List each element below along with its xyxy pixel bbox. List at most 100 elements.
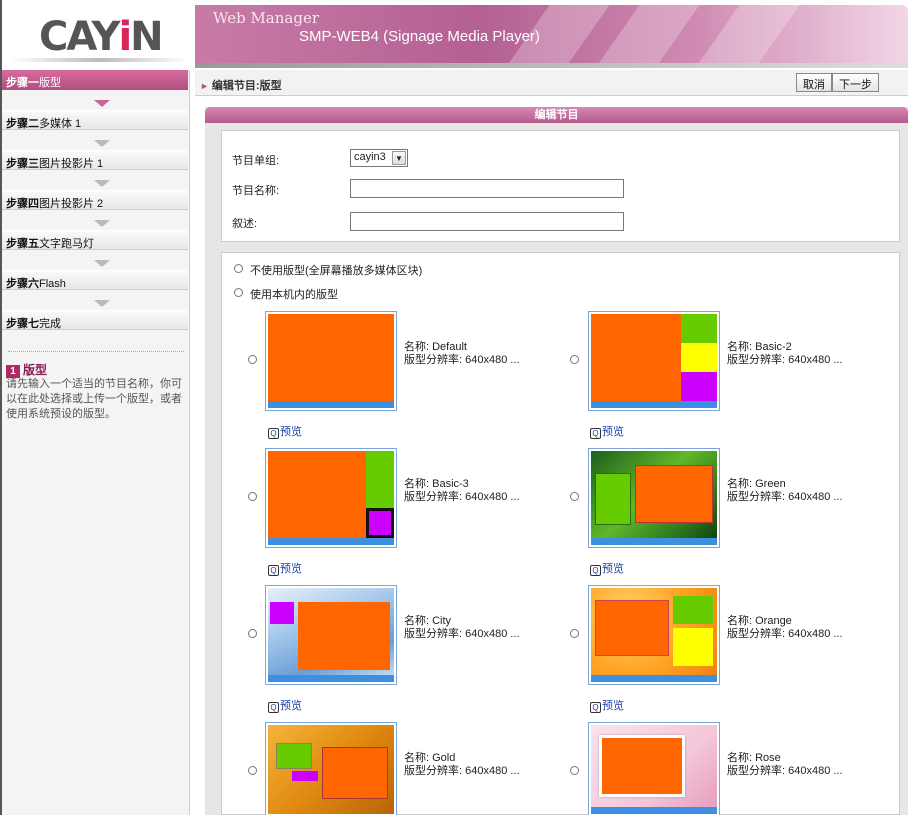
toolbar: ► 编辑节目:版型 取消 下一步 bbox=[195, 70, 908, 96]
zone-main bbox=[298, 602, 390, 670]
name-label: 节目名称: bbox=[232, 185, 280, 197]
zone-main bbox=[268, 314, 394, 401]
zone-footer bbox=[591, 675, 717, 682]
preview-label: 预览 bbox=[602, 563, 624, 575]
chevron-down-icon[interactable]: ▼ bbox=[392, 151, 406, 165]
step-arrow-icon bbox=[94, 220, 110, 227]
zone-main bbox=[322, 747, 388, 799]
sidebar-divider bbox=[8, 351, 184, 352]
breadcrumb-arrow-icon: ► bbox=[200, 81, 209, 91]
zone-side bbox=[595, 473, 631, 525]
layout-radio-gold[interactable] bbox=[248, 766, 257, 775]
step-bold: 步骤六 bbox=[6, 278, 39, 290]
layout-radio-basic-2[interactable] bbox=[570, 355, 579, 364]
layout-name: 名称: Rose bbox=[727, 752, 781, 764]
layout-thumb-gold[interactable] bbox=[265, 722, 397, 815]
sidebar-step-1[interactable]: 步骤一版型 bbox=[2, 70, 188, 90]
layout-thumb-basic-3[interactable] bbox=[265, 448, 397, 548]
zone-side-1 bbox=[276, 743, 312, 769]
main-panel: 编辑节目 节目单组: cayin3 ▼ 节目名称: 叙述: 不使用版型(全屏幕播… bbox=[205, 107, 908, 815]
step-bold: 步骤二 bbox=[6, 118, 39, 130]
group-select[interactable]: cayin3 ▼ bbox=[350, 149, 408, 167]
sidebar-step-2[interactable]: 步骤二多媒体 1 bbox=[2, 110, 188, 130]
panel-title: 编辑节目 bbox=[205, 107, 908, 123]
zone-side-2 bbox=[366, 508, 394, 538]
layout-resolution: 版型分辨率: 640x480 ... bbox=[404, 491, 520, 503]
layout-resolution: 版型分辨率: 640x480 ... bbox=[404, 765, 520, 777]
magnifier-icon: Q bbox=[590, 702, 601, 713]
step-label: 文字跑马灯 bbox=[39, 238, 94, 250]
layout-resolution: 版型分辨率: 640x480 ... bbox=[727, 354, 843, 366]
layout-thumb-rose[interactable] bbox=[588, 722, 720, 815]
zone-side-1 bbox=[366, 451, 394, 508]
cancel-button[interactable]: 取消 bbox=[796, 73, 832, 92]
preview-link-basic-3[interactable]: Q 预览 bbox=[268, 560, 302, 576]
sidebar-step-5[interactable]: 步骤五文字跑马灯 bbox=[2, 230, 188, 250]
preview-link-orange[interactable]: Q 预览 bbox=[590, 697, 624, 713]
banner-subtitle: SMP-WEB4 (Signage Media Player) bbox=[299, 28, 540, 45]
step-arrow-icon bbox=[94, 140, 110, 147]
no-layout-radio[interactable] bbox=[234, 264, 243, 273]
layout-resolution: 版型分辨率: 640x480 ... bbox=[727, 628, 843, 640]
layout-radio-default[interactable] bbox=[248, 355, 257, 364]
layout-name: 名称: Basic-2 bbox=[727, 341, 792, 353]
preview-link-basic-2[interactable]: Q 预览 bbox=[590, 423, 624, 439]
zone-side-1 bbox=[681, 314, 717, 343]
zone-footer bbox=[268, 401, 394, 408]
cayin-logo: CAYiN bbox=[39, 14, 164, 60]
preview-label: 预览 bbox=[602, 426, 624, 438]
sidebar-step-3[interactable]: 步骤三图片投影片 1 bbox=[2, 150, 188, 170]
use-layout-radio[interactable] bbox=[234, 288, 243, 297]
preview-link-green[interactable]: Q 预览 bbox=[590, 560, 624, 576]
zone-footer bbox=[268, 538, 394, 545]
step-bold: 步骤七 bbox=[6, 318, 39, 330]
description-label: 叙述: bbox=[232, 218, 258, 230]
sidebar-step-7[interactable]: 步骤七完成 bbox=[2, 310, 188, 330]
zone-side-2 bbox=[292, 771, 318, 781]
preview-link-default[interactable]: Q 预览 bbox=[268, 423, 302, 439]
layout-name: 名称: Basic-3 bbox=[404, 478, 469, 490]
zone-side bbox=[270, 602, 294, 624]
magnifier-icon: Q bbox=[590, 565, 601, 576]
layout-resolution: 版型分辨率: 640x480 ... bbox=[727, 491, 843, 503]
next-button[interactable]: 下一步 bbox=[832, 73, 879, 92]
layout-radio-orange[interactable] bbox=[570, 629, 579, 638]
zone-main bbox=[268, 451, 366, 538]
zone-side-2 bbox=[681, 343, 717, 372]
layout-name: 名称: Orange bbox=[727, 615, 792, 627]
zone-main bbox=[595, 600, 669, 656]
layout-thumb-basic-2[interactable] bbox=[588, 311, 720, 411]
preview-label: 预览 bbox=[280, 426, 302, 438]
breadcrumb: ► 编辑节目:版型 bbox=[200, 77, 282, 93]
layout-thumb-default[interactable] bbox=[265, 311, 397, 411]
layout-thumb-green[interactable] bbox=[588, 448, 720, 548]
layout-name: 名称: Default bbox=[404, 341, 467, 353]
step-label: 图片投影片 1 bbox=[39, 158, 104, 170]
layout-radio-city[interactable] bbox=[248, 629, 257, 638]
layout-radio-green[interactable] bbox=[570, 492, 579, 501]
layout-thumb-orange[interactable] bbox=[588, 585, 720, 685]
magnifier-icon: Q bbox=[268, 702, 279, 713]
logo-area: CAYiN bbox=[2, 0, 193, 68]
sidebar-step-6[interactable]: 步骤六Flash bbox=[2, 270, 188, 290]
help-text: 请先输入一个适当的节目名称，你可以在此处选择或上传一个版型，或者使用系统预设的版… bbox=[6, 378, 182, 420]
zone-main bbox=[635, 465, 713, 523]
layout-selection: 不使用版型(全屏幕播放多媒体区块) 使用本机内的版型 名称: Default 版… bbox=[221, 252, 900, 815]
magnifier-icon: Q bbox=[590, 428, 601, 439]
sidebar-step-4[interactable]: 步骤四图片投影片 2 bbox=[2, 190, 188, 210]
description-input[interactable] bbox=[350, 212, 624, 231]
zone-footer bbox=[591, 401, 717, 408]
help-title: 版型 bbox=[23, 363, 48, 377]
preview-label: 预览 bbox=[602, 700, 624, 712]
step-bold: 步骤一 bbox=[6, 77, 39, 89]
preview-link-city[interactable]: Q 预览 bbox=[268, 697, 302, 713]
zone-footer bbox=[268, 675, 394, 682]
layout-radio-basic-3[interactable] bbox=[248, 492, 257, 501]
step-label: 版型 bbox=[39, 77, 61, 89]
program-name-input[interactable] bbox=[350, 179, 624, 198]
layout-thumb-city[interactable] bbox=[265, 585, 397, 685]
layout-name: 名称: City bbox=[404, 615, 452, 627]
group-select-value: cayin3 bbox=[354, 151, 386, 163]
layout-radio-rose[interactable] bbox=[570, 766, 579, 775]
step-arrow-icon bbox=[94, 100, 110, 107]
